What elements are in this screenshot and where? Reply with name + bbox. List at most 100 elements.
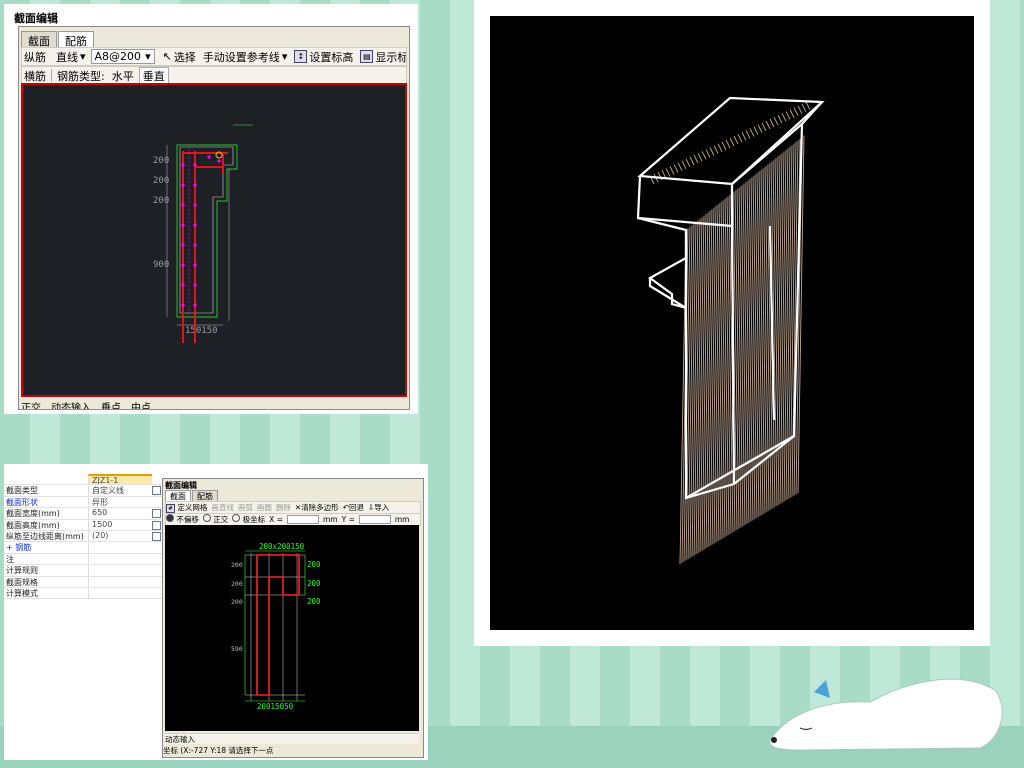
perpendicular-snap[interactable]: 垂点 [101, 399, 121, 409]
rebar-drawing-canvas[interactable]: 200 200 200 900 150150 [21, 83, 407, 397]
rebar-stroke [721, 141, 727, 151]
property-row[interactable]: 截面类型 自定义线 [4, 485, 162, 497]
ortho-label: 正交 [213, 515, 229, 524]
rebar-stroke [729, 137, 735, 147]
clear-polygon-button[interactable]: ✕清除多边形 [295, 502, 339, 513]
window-title: 截面编辑 [14, 12, 58, 25]
property-checkbox[interactable] [152, 509, 161, 519]
property-row[interactable]: 计算规则 [4, 565, 162, 577]
dim-label: 150150 [185, 326, 218, 336]
property-value[interactable] [88, 553, 152, 565]
line-mode-dropdown[interactable]: 直线 ▾ [54, 49, 88, 65]
bear-nose [771, 737, 777, 743]
chevron-down-icon: ▾ [80, 50, 86, 63]
dim-label: 200 [153, 156, 169, 166]
property-value[interactable]: 自定义线 [88, 485, 152, 496]
rebar-spec-select[interactable]: A8@200 ▾ [90, 49, 155, 64]
property-row[interactable]: + 钢筋 [4, 542, 162, 554]
chevron-down-icon: ▾ [281, 50, 288, 63]
property-checkbox[interactable] [152, 520, 161, 530]
rebar-stroke [685, 158, 691, 168]
rebar-stroke [741, 132, 747, 141]
transverse-label: 横筋 [24, 69, 46, 83]
define-grid-label: 定义网格 [177, 503, 208, 512]
property-value[interactable]: 异形 [88, 496, 152, 508]
mm-unit: mm [322, 515, 338, 524]
left-dimensions: 200 200 200 900 150150 [153, 156, 218, 336]
midpoint-snap[interactable]: 中点 [131, 399, 151, 409]
dim-label: 200 [231, 561, 243, 569]
property-checkbox[interactable] [152, 531, 161, 541]
rebar-stroke [701, 151, 707, 160]
dimension-labels: 200x200150 20015050 200 200 200 [257, 542, 321, 711]
3d-viewport[interactable] [490, 16, 974, 630]
grid-lines [245, 553, 305, 701]
dynamic-input-tab[interactable]: 动态输入 [165, 733, 419, 744]
select-button[interactable]: ↖ 选择 [161, 49, 198, 65]
section-drawing-canvas[interactable]: 200x200150 20015050 200 200 200 200 200 … [165, 525, 419, 731]
rebar-stroke [705, 149, 711, 158]
define-grid-button[interactable]: # 定义网格 [166, 502, 207, 513]
dim-label: 200 [231, 580, 243, 588]
longitudinal-label: 纵筋 [24, 50, 46, 64]
dim-label: 200 [153, 196, 169, 206]
property-value[interactable] [88, 576, 152, 587]
property-value[interactable] [88, 587, 152, 599]
delete-button[interactable]: 删除 [276, 502, 291, 513]
vertical-option[interactable]: 垂直 [138, 67, 169, 84]
radio-icon [166, 514, 174, 522]
dynamic-input-toggle[interactable]: 动态输入 [51, 399, 91, 409]
property-grid: ZJZ1-1 截面类型 自定义线 截面形状 异形 截面宽度(mm) 650 截面高度(mm) 1… [4, 474, 162, 600]
property-checkbox[interactable] [152, 486, 161, 496]
manual-ref-label: 手动设置参考线 [202, 50, 280, 64]
divider [51, 69, 52, 82]
toolbar-longitudinal: 纵筋 直线▾ A8@200▾ ↖选择 手动设置参考线▾ ↕设置标高 ▤显示标注 … [21, 47, 407, 66]
property-value[interactable]: ZJZ1-1 [88, 474, 152, 485]
property-name: 截面规格 [6, 577, 38, 587]
rebar-section-drawing: 200 200 200 900 150150 [153, 124, 253, 343]
property-value[interactable]: 1500 [88, 519, 152, 530]
y-input[interactable] [358, 515, 391, 524]
import-button[interactable]: ⇩导入 [368, 502, 389, 513]
coordinate-status: 坐标 (X:-727 Y:18 请选择下一点 [163, 746, 274, 755]
undo-button[interactable]: ↶回退 [343, 502, 364, 513]
rebar-stroke [805, 101, 811, 111]
property-value[interactable]: (20) [88, 530, 152, 542]
section-editor-screenshot: ZJZ1-1 截面类型 自定义线 截面形状 异形 截面宽度(mm) 650 截面高度(mm) 1… [4, 464, 428, 760]
property-name: 截面形状 [6, 497, 38, 507]
property-row[interactable]: 截面规格 [4, 576, 162, 588]
draw-arc-button[interactable]: 画弧 [238, 502, 253, 513]
section-editor-window: 截面 配筋 纵筋 直线 ▾ A8@200 ▾ ↖ 选择 手动设置参考线 ▾ ↕ 设置标高 … [18, 26, 410, 410]
property-row[interactable]: 纵筋至边线距离(mm) (20) [4, 530, 162, 543]
ortho-radio[interactable]: 正交 [202, 514, 229, 525]
section-editor-window: 截面编辑 截面 配筋 # 定义网格 画直线 画弧 画圆 删除 ✕清除多边形 ↶回… [162, 478, 424, 758]
section-grid-drawing: 200x200150 20015050 200 200 200 200 200 … [231, 542, 321, 711]
x-input[interactable] [286, 515, 319, 524]
rebar-stroke [709, 147, 715, 156]
property-row[interactable]: 截面高度(mm) 1500 [4, 519, 162, 531]
property-value[interactable] [88, 565, 152, 576]
ortho-toggle[interactable]: 正交 [21, 399, 41, 409]
horizontal-option[interactable]: 水平 [110, 68, 136, 84]
property-name: 注 [6, 554, 14, 564]
property-row[interactable]: 注 [4, 553, 162, 566]
set-elevation-button[interactable]: ↕ 设置标高 [292, 49, 355, 65]
show-annotation-button[interactable]: ▤显示标注 [358, 49, 406, 65]
dimension-lines [244, 550, 306, 702]
property-name: + 钢筋 [6, 543, 32, 553]
no-offset-radio[interactable]: 不偏移 [166, 514, 199, 525]
polar-radio[interactable]: 极坐标 [232, 514, 265, 525]
cursor-arrow-icon: ↖ [162, 50, 172, 63]
draw-line-button[interactable]: 画直线 [211, 502, 234, 513]
property-row[interactable]: 截面宽度(mm) 650 [4, 508, 162, 520]
property-row[interactable]: 计算模式 [4, 587, 162, 600]
rebar-stroke [733, 135, 739, 145]
property-row[interactable]: ZJZ1-1 [4, 474, 162, 486]
rebar-stroke [673, 164, 679, 173]
property-value[interactable]: 650 [88, 508, 152, 519]
manual-reference-dropdown[interactable]: 手动设置参考线 ▾ [201, 49, 290, 65]
property-value[interactable] [88, 542, 152, 553]
draw-circle-button[interactable]: 画圆 [257, 502, 272, 513]
property-row[interactable]: 截面形状 异形 [4, 496, 162, 509]
rebar-stroke [793, 107, 799, 116]
